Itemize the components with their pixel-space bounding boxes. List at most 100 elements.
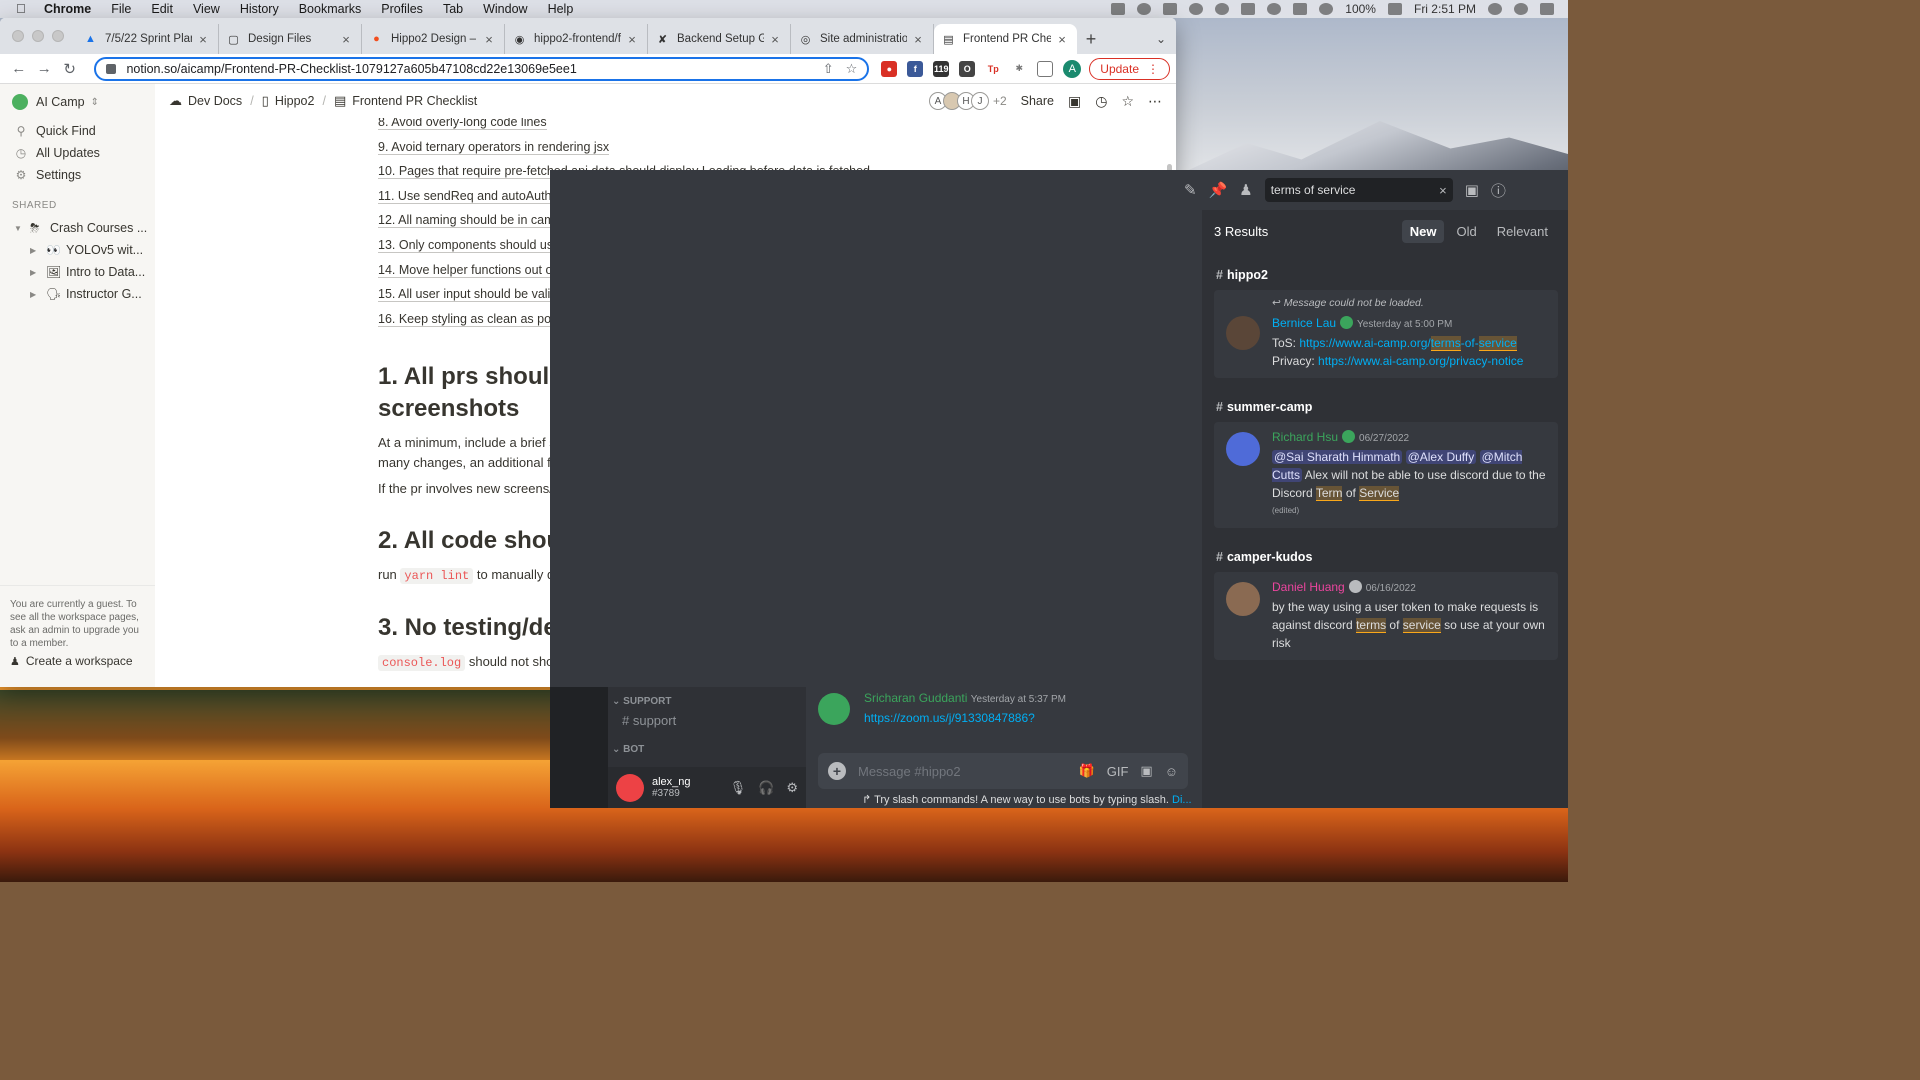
pin-icon[interactable]: 📌 (1209, 181, 1228, 199)
gif-icon[interactable]: GIF (1107, 764, 1129, 779)
menu-history[interactable]: History (240, 2, 279, 16)
user-mention[interactable]: @Alex Duffy (1405, 450, 1477, 464)
kebab-menu-icon[interactable]: ⋮ (1147, 62, 1159, 76)
airplay-icon[interactable] (1137, 3, 1152, 15)
sidebar-item-all-updates[interactable]: ◷ All Updates (0, 142, 155, 164)
tab-figma[interactable]: ● Hippo2 Design – Figma × (362, 24, 505, 54)
address-bar[interactable]: notion.so/aicamp/Frontend-PR-Checklist-1… (94, 56, 870, 81)
headphones-icon[interactable]: 🎧 (758, 780, 774, 796)
breadcrumb-dev-docs[interactable]: Dev Docs (188, 94, 242, 108)
address-bar-url[interactable]: notion.so/aicamp/Frontend-PR-Checklist-1… (126, 62, 822, 76)
close-tab-icon[interactable]: × (911, 32, 925, 47)
menu-bookmarks[interactable]: Bookmarks (299, 2, 362, 16)
triangle-down-icon[interactable]: ▼ (14, 224, 26, 233)
sidebar-page-intro-to-data[interactable]: ▶ 🖼 Intro to Data... (0, 261, 155, 283)
o-extension-icon[interactable]: O (959, 60, 976, 77)
gift-icon[interactable]: 🎁 (1079, 763, 1095, 779)
username[interactable]: Bernice Lau (1272, 316, 1336, 330)
username[interactable]: Sricharan Guddanti (864, 691, 967, 705)
minimize-window-button[interactable] (32, 30, 44, 42)
bluetooth-icon[interactable] (1293, 3, 1308, 15)
workspace-switcher[interactable]: AI Camp ⇕ (0, 84, 155, 120)
notification-center-icon[interactable] (1540, 3, 1554, 15)
screen-share-icon[interactable] (1111, 3, 1126, 15)
triangle-right-icon[interactable]: ▶ (30, 246, 42, 255)
vpn-icon[interactable] (1215, 3, 1230, 15)
share-button[interactable]: Share (1021, 94, 1054, 108)
privacy-link[interactable]: https://www.ai-camp.org/privacy-notice (1318, 354, 1523, 368)
menu-tab[interactable]: Tab (443, 2, 463, 16)
update-chrome-button[interactable]: Update ⋮ (1089, 57, 1170, 80)
menu-file[interactable]: File (111, 2, 131, 16)
reload-button[interactable]: ↻ (57, 56, 82, 82)
avatar[interactable] (616, 773, 644, 802)
username[interactable]: Daniel Huang (1272, 580, 1345, 594)
battery-percent[interactable]: 100% (1345, 2, 1376, 16)
zoom-window-button[interactable] (52, 30, 64, 42)
sidebar-item-settings[interactable]: ⚙ Settings (0, 164, 155, 186)
user-avatar-icon[interactable] (1514, 3, 1528, 15)
avatar[interactable]: J (970, 92, 989, 110)
menu-help[interactable]: Help (548, 2, 574, 16)
zoom-link[interactable]: https://zoom.us/j/91330847886? (864, 711, 1035, 725)
more-collaborators-count[interactable]: +2 (992, 92, 1007, 110)
triangle-right-icon[interactable]: ▶ (30, 290, 42, 299)
avatar[interactable] (818, 693, 850, 725)
history-icon[interactable]: ◷ (1095, 93, 1107, 110)
search-result-message[interactable]: Richard Hsu 06/27/2022 @Sai Sharath Himma… (1214, 422, 1558, 528)
search-query[interactable]: terms of service (1271, 183, 1439, 197)
close-tab-icon[interactable]: × (482, 32, 496, 47)
sidepanel-icon[interactable] (1037, 60, 1054, 77)
message-input[interactable]: + Message #hippo2 🎁 GIF ▣ ☺ (818, 753, 1188, 789)
wifi-icon[interactable] (1319, 3, 1334, 15)
puzzle-extensions-icon[interactable]: ✱ (1011, 60, 1028, 77)
search-result-message[interactable]: ↩ Message could not be loaded. Bernice L… (1214, 290, 1558, 378)
tab-site-admin[interactable]: ◎ Site administration × (791, 24, 934, 54)
tab-github[interactable]: ◉ hippo2-frontend/fo × (505, 24, 648, 54)
clear-search-icon[interactable]: × (1439, 183, 1447, 198)
create-workspace-button[interactable]: ♟ Create a workspace (10, 654, 133, 668)
new-tab-button[interactable]: + (1077, 24, 1105, 54)
comment-icon[interactable]: ▣ (1068, 93, 1081, 110)
sticker-icon[interactable]: ▣ (1140, 763, 1152, 779)
calendar-extension-icon[interactable]: 119 (933, 60, 950, 77)
sidebar-page-instructor-guide[interactable]: ▶ 🗣 Instructor G... (0, 283, 155, 305)
tab-backend-setup[interactable]: ✘ Backend Setup Guide × (648, 24, 791, 54)
sidebar-item-quick-find[interactable]: ⚲ Quick Find (0, 120, 155, 142)
add-attachment-icon[interactable]: + (828, 762, 846, 780)
mute-icon[interactable]: ✎ (1184, 181, 1197, 199)
ublock-extension-icon[interactable]: ● (881, 60, 898, 77)
username[interactable]: Richard Hsu (1272, 430, 1338, 444)
menu-edit[interactable]: Edit (151, 2, 173, 16)
close-window-button[interactable] (12, 30, 24, 42)
microphone-icon[interactable]: 🎙 (730, 780, 747, 796)
breadcrumb-frontend-pr-checklist[interactable]: Frontend PR Checklist (352, 94, 477, 108)
spotlight-icon[interactable] (1488, 3, 1502, 15)
menu-app-name[interactable]: Chrome (44, 2, 91, 16)
cloud-icon[interactable] (1163, 3, 1178, 15)
profile-avatar[interactable]: A (1063, 59, 1082, 78)
members-icon[interactable]: ♟ (1239, 181, 1252, 199)
avatar[interactable] (1226, 316, 1260, 350)
category-bot[interactable]: ⌄ BOT (608, 728, 806, 755)
time-machine-icon[interactable] (1267, 3, 1282, 15)
close-tab-icon[interactable]: × (339, 32, 353, 47)
tab-frontend-pr-checklist[interactable]: ▤ Frontend PR Checklist × (934, 24, 1077, 54)
channel-support[interactable]: # support (608, 707, 806, 728)
emoji-icon[interactable]: ☺ (1165, 764, 1178, 779)
result-channel-name[interactable]: # camper-kudos (1202, 528, 1568, 572)
menu-view[interactable]: View (193, 2, 220, 16)
sidebar-page-crash-courses[interactable]: ▼ ⛈ Crash Courses ... (0, 217, 155, 239)
user-info[interactable]: alex_ng #3789 (652, 776, 722, 800)
forward-button[interactable]: → (31, 56, 56, 82)
triangle-right-icon[interactable]: ▶ (30, 268, 42, 277)
close-tab-icon[interactable]: × (625, 32, 639, 47)
tos-link[interactable]: https://www.ai-camp.org/terms-of-service (1299, 336, 1517, 351)
dropbox-icon[interactable] (1189, 3, 1204, 15)
breadcrumb-hippo2[interactable]: Hippo2 (275, 94, 315, 108)
avatar[interactable] (1226, 432, 1260, 466)
menubar-clock[interactable]: Fri 2:51 PM (1414, 2, 1476, 16)
help-icon[interactable]: ⓘ (1491, 180, 1506, 201)
user-mention[interactable]: @Sai Sharath Himmath (1272, 450, 1403, 464)
tab-search-icon[interactable]: ⌄ (1146, 24, 1176, 54)
